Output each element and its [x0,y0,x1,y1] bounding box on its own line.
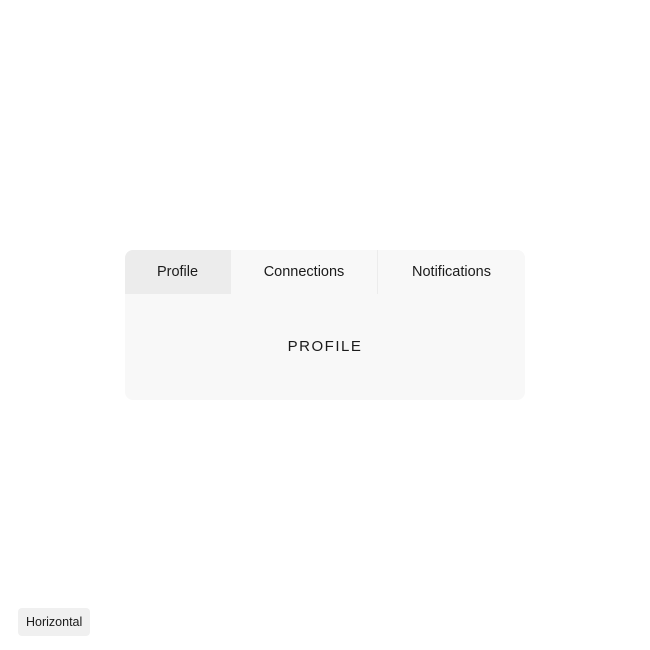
tab-profile[interactable]: Profile [125,250,230,294]
tab-connections[interactable]: Connections [230,250,377,294]
orientation-toggle[interactable]: Horizontal [18,608,91,636]
tab-panel-content: PROFILE [287,338,363,355]
stage: Profile Connections Notifications PROFIL… [0,0,650,650]
tab-list: Profile Connections Notifications [125,250,525,294]
tab-panel: PROFILE [125,294,525,399]
tab-notifications[interactable]: Notifications [377,250,525,294]
tabs-root: Profile Connections Notifications PROFIL… [125,250,525,400]
